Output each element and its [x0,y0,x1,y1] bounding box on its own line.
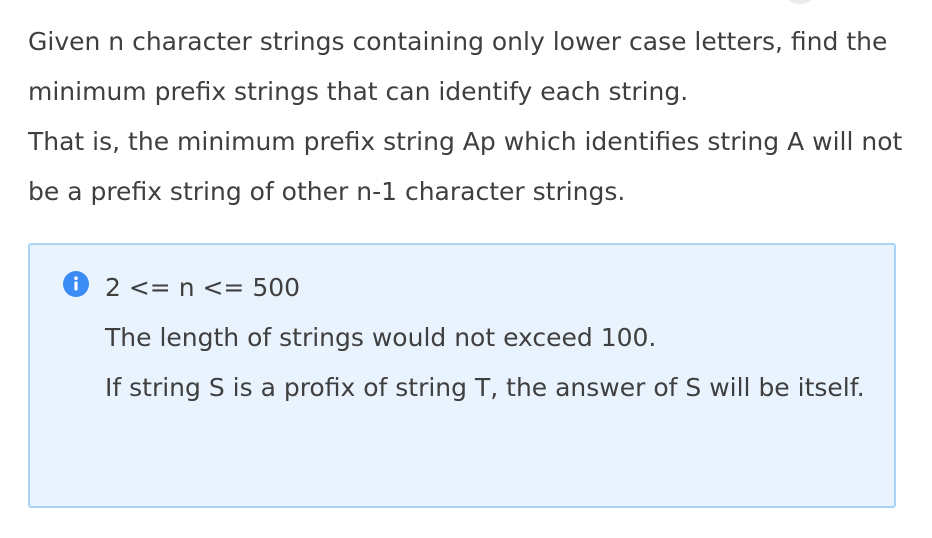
constraint-line-2: The length of strings would not exceed 1… [105,323,657,352]
constraint-line-3: If string S is a profix of string T, the… [105,373,865,402]
problem-page: Given n character strings containing onl… [0,0,932,538]
top-decoration [786,0,814,4]
description-paragraph-1: Given n character strings containing onl… [28,27,888,106]
constraints-notice-box: 2 <= n <= 500 The length of strings woul… [28,243,896,508]
info-icon [63,271,89,297]
constraint-line-1: 2 <= n <= 500 [105,273,301,302]
constraints-list: 2 <= n <= 500 The length of strings woul… [105,263,875,413]
description-paragraph-2: That is, the minimum prefix string Ap wh… [28,127,903,206]
problem-description: Given n character strings containing onl… [28,17,908,217]
